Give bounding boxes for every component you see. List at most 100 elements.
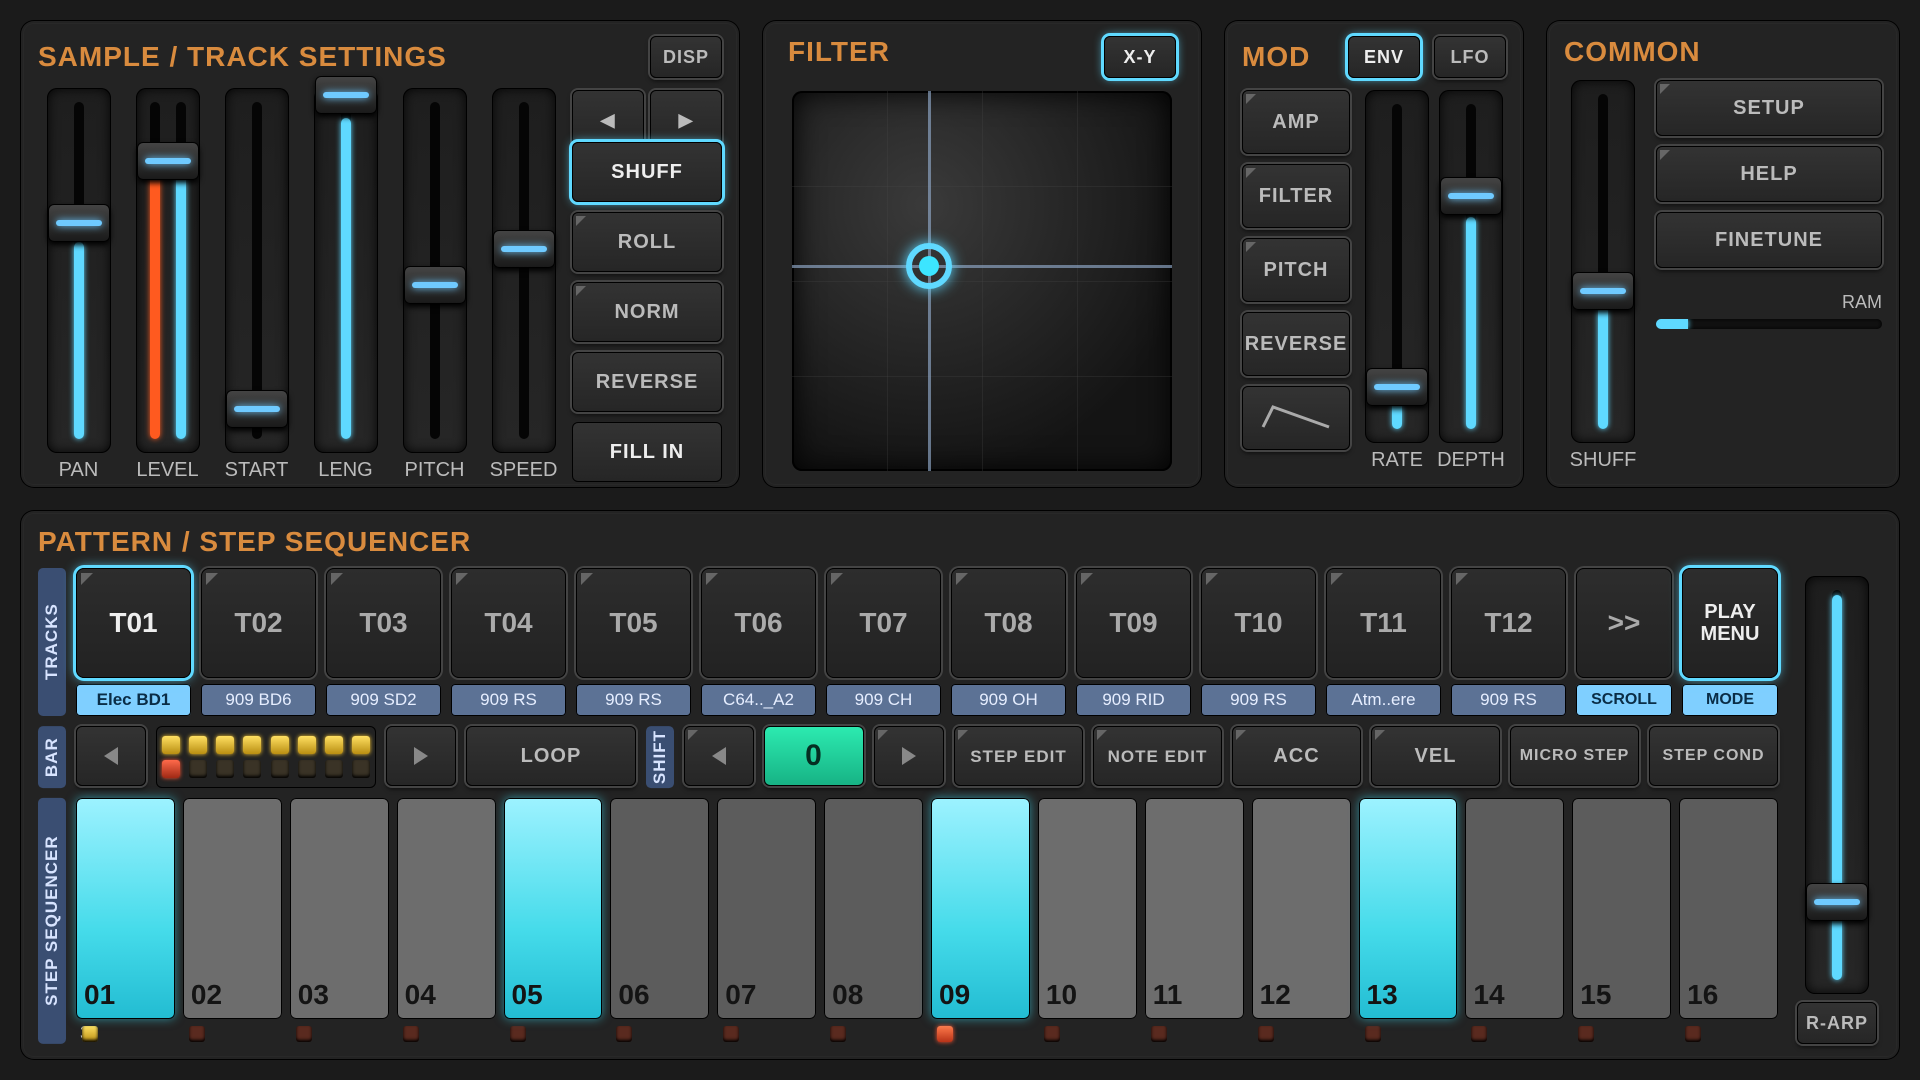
rate-fader[interactable]: RATE <box>1362 90 1432 472</box>
step-08[interactable]: 08 <box>824 798 923 1019</box>
pitch-fader[interactable]: PITCH <box>394 88 475 482</box>
sample-track-panel: SAMPLE / TRACK SETTINGS DISP PAN LEVEL S… <box>20 20 740 488</box>
setup-button[interactable]: SETUP <box>1656 80 1882 136</box>
step-16[interactable]: 16 <box>1679 798 1778 1019</box>
track-button-t07[interactable]: T07 <box>826 568 941 678</box>
shift-value-display[interactable]: 0 <box>764 726 864 786</box>
tracks-strip-label: TRACKS <box>38 568 66 716</box>
step-13[interactable]: 13 <box>1359 798 1458 1019</box>
track-name[interactable]: Atm..ere <box>1326 684 1441 716</box>
step-15[interactable]: 15 <box>1572 798 1671 1019</box>
track-name[interactable]: 909 SD2 <box>326 684 441 716</box>
track-button-t08[interactable]: T08 <box>951 568 1066 678</box>
roll-button[interactable]: ROLL <box>572 212 722 272</box>
xy-node-icon[interactable] <box>906 243 952 289</box>
scroll-tracks-button[interactable]: >> <box>1576 568 1672 678</box>
play-menu-button[interactable]: PLAY MENU <box>1682 568 1778 678</box>
track-button-t03[interactable]: T03 <box>326 568 441 678</box>
common-panel: COMMON SHUFF SETUP HELP FINETUNE RAM <box>1546 20 1900 488</box>
leng-fader[interactable]: LENG <box>305 88 386 482</box>
track-button-t12[interactable]: T12 <box>1451 568 1566 678</box>
track-button-t02[interactable]: T02 <box>201 568 316 678</box>
shift-left-button[interactable] <box>684 726 754 786</box>
step-11[interactable]: 11 <box>1145 798 1244 1019</box>
filter-xy-pad[interactable] <box>792 91 1172 471</box>
next-variation-button[interactable]: ▶ <box>650 90 722 150</box>
track-name[interactable]: C64.._A2 <box>701 684 816 716</box>
track-name[interactable]: Elec BD1 <box>76 684 191 716</box>
mod-reverse-button[interactable]: REVERSE <box>1242 312 1350 376</box>
bar-led-grid <box>156 726 376 788</box>
step-01[interactable]: 01 <box>76 798 175 1019</box>
common-title: COMMON <box>1564 36 1882 68</box>
track-name[interactable]: 909 RID <box>1076 684 1191 716</box>
track-button-t01[interactable]: T01 <box>76 568 191 678</box>
track-button-t04[interactable]: T04 <box>451 568 566 678</box>
track-name[interactable]: 909 RS <box>1451 684 1566 716</box>
track-name[interactable]: 909 OH <box>951 684 1066 716</box>
track-name[interactable]: 909 CH <box>826 684 941 716</box>
step-12[interactable]: 12 <box>1252 798 1351 1019</box>
arrow-left-icon <box>100 745 122 767</box>
prev-variation-button[interactable]: ◀ <box>572 90 644 150</box>
shift-strip-label: SHIFT <box>646 726 674 788</box>
step-14[interactable]: 14 <box>1465 798 1564 1019</box>
envelope-shape-button[interactable] <box>1242 386 1350 450</box>
pan-fader[interactable]: PAN <box>38 88 119 482</box>
acc-button[interactable]: ACC <box>1232 726 1361 786</box>
bar-prev-button[interactable] <box>76 726 146 786</box>
step-seq-strip-label: STEP SEQUENCER <box>38 798 66 1044</box>
track-button-t10[interactable]: T10 <box>1201 568 1316 678</box>
note-edit-button[interactable]: NOTE EDIT <box>1093 726 1222 786</box>
micro-step-button[interactable]: MICRO STEP <box>1510 726 1639 786</box>
start-fader[interactable]: START <box>216 88 297 482</box>
arrow-right-icon <box>410 745 432 767</box>
sequencer-panel: PATTERN / STEP SEQUENCER TRACKS T01Elec … <box>20 510 1900 1060</box>
mod-filter-button[interactable]: FILTER <box>1242 164 1350 228</box>
track-button-t05[interactable]: T05 <box>576 568 691 678</box>
step-02[interactable]: 02 <box>183 798 282 1019</box>
step-09[interactable]: 09 <box>931 798 1030 1019</box>
level-fader[interactable]: LEVEL <box>127 88 208 482</box>
loop-button[interactable]: LOOP <box>466 726 636 786</box>
track-button-t09[interactable]: T09 <box>1076 568 1191 678</box>
mod-pitch-button[interactable]: PITCH <box>1242 238 1350 302</box>
finetune-button[interactable]: FINETUNE <box>1656 212 1882 268</box>
track-button-t11[interactable]: T11 <box>1326 568 1441 678</box>
vel-button[interactable]: VEL <box>1371 726 1500 786</box>
filter-panel: FILTER X-Y <box>762 20 1202 488</box>
step-cond-button[interactable]: STEP COND <box>1649 726 1778 786</box>
lfo-button[interactable]: LFO <box>1434 36 1506 78</box>
track-name[interactable]: 909 BD6 <box>201 684 316 716</box>
reverse-button[interactable]: REVERSE <box>572 352 722 412</box>
step-05[interactable]: 05 <box>504 798 603 1019</box>
arrow-left-icon <box>708 745 730 767</box>
ram-label: RAM <box>1656 292 1882 313</box>
track-name[interactable]: 909 RS <box>451 684 566 716</box>
step-03[interactable]: 03 <box>290 798 389 1019</box>
track-name[interactable]: 909 RS <box>576 684 691 716</box>
env-button[interactable]: ENV <box>1348 36 1420 78</box>
depth-fader[interactable]: DEPTH <box>1436 90 1506 472</box>
track-name[interactable]: 909 RS <box>1201 684 1316 716</box>
step-edit-button[interactable]: STEP EDIT <box>954 726 1083 786</box>
fillin-button[interactable]: FILL IN <box>572 422 722 482</box>
shift-right-button[interactable] <box>874 726 944 786</box>
mod-amp-button[interactable]: AMP <box>1242 90 1350 154</box>
step-10[interactable]: 10 <box>1038 798 1137 1019</box>
speed-fader[interactable]: SPEED <box>483 88 564 482</box>
track-button-t06[interactable]: T06 <box>701 568 816 678</box>
ram-meter <box>1656 319 1882 329</box>
help-button[interactable]: HELP <box>1656 146 1882 202</box>
shuff-fader[interactable]: SHUFF <box>1564 80 1642 472</box>
step-07[interactable]: 07 <box>717 798 816 1019</box>
norm-button[interactable]: NORM <box>572 282 722 342</box>
step-06[interactable]: 06 <box>610 798 709 1019</box>
shuff-button[interactable]: SHUFF <box>572 142 722 202</box>
step-04[interactable]: 04 <box>397 798 496 1019</box>
xy-button[interactable]: X-Y <box>1104 36 1176 78</box>
r-arp-button[interactable]: R-ARP <box>1797 1002 1877 1044</box>
bar-next-button[interactable] <box>386 726 456 786</box>
disp-button[interactable]: DISP <box>650 36 722 78</box>
rarp-fader[interactable] <box>1798 576 1876 994</box>
